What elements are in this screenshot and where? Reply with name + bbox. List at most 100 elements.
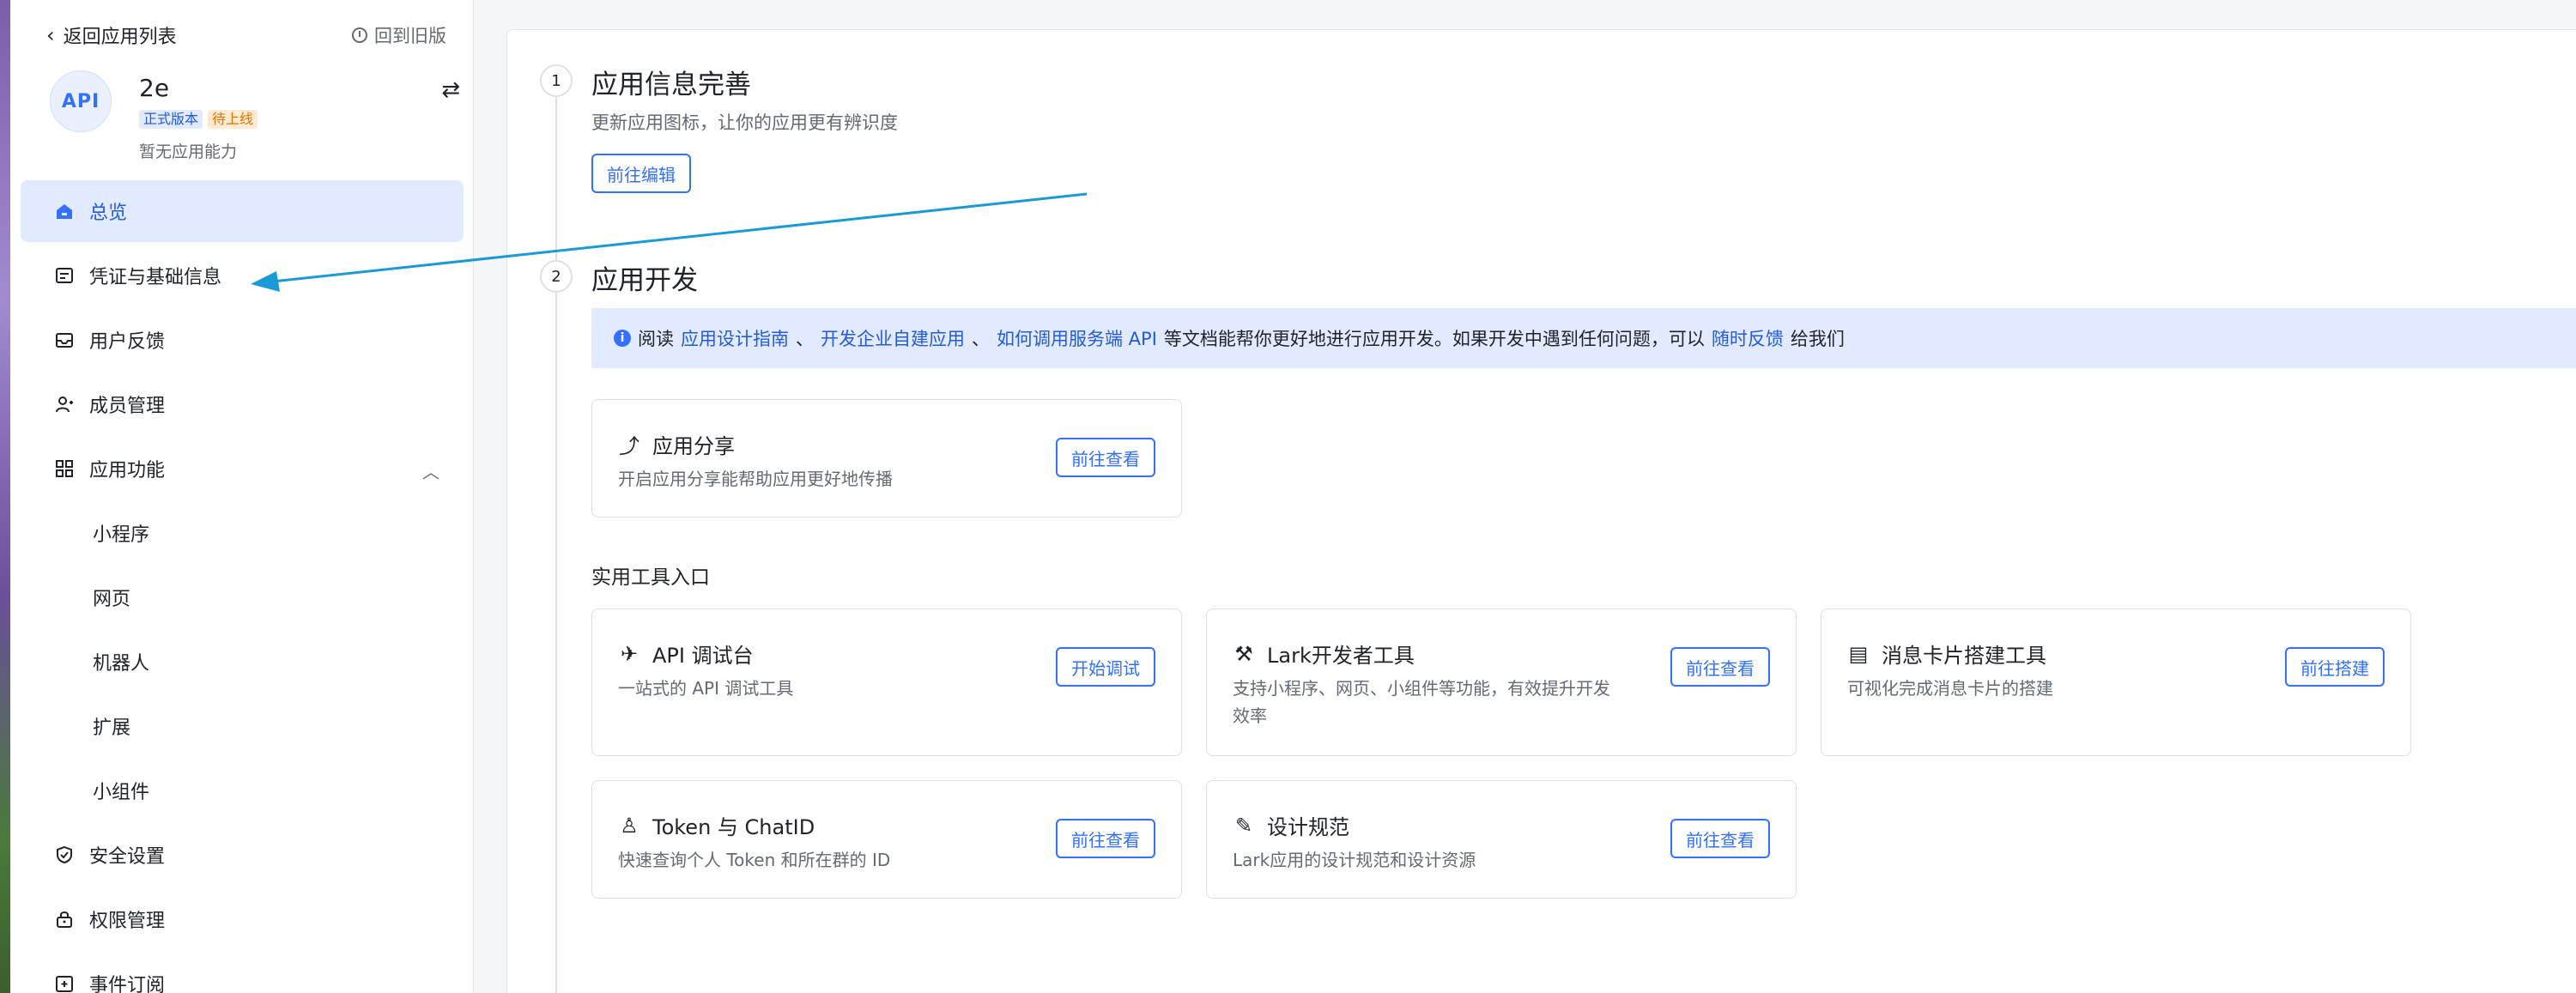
nav-item-security[interactable]: 安全设置 bbox=[21, 824, 464, 886]
go-edit-button[interactable]: 前往编辑 bbox=[591, 154, 691, 193]
card-title: ⚒ Lark开发者工具 bbox=[1233, 639, 1415, 669]
nav-item-app-features[interactable]: 应用功能 ︿ bbox=[21, 438, 464, 500]
credential-icon bbox=[55, 266, 74, 285]
switch-app-icon[interactable]: ⇄ bbox=[441, 77, 460, 103]
card-description: 一站式的 API 调试工具 bbox=[618, 678, 794, 699]
nav-item-credentials[interactable]: 凭证与基础信息 bbox=[21, 245, 464, 306]
pending-badge: 待上线 bbox=[208, 110, 258, 129]
card-description: 支持小程序、网页、小组件等功能，有效提升开发 效率 bbox=[1233, 675, 1645, 730]
card-title: ✈ API 调试台 bbox=[618, 639, 754, 669]
card-title: ⤴ 应用分享 bbox=[618, 429, 735, 459]
app-avatar: API bbox=[50, 70, 112, 132]
card-title-text: 应用分享 bbox=[652, 434, 735, 458]
info-text: 阅读 bbox=[638, 329, 674, 349]
apps-grid-icon bbox=[55, 459, 74, 478]
card-title: ▤ 消息卡片搭建工具 bbox=[1847, 639, 2046, 669]
card-description: 可视化完成消息卡片的搭建 bbox=[1847, 678, 2053, 699]
sidebar: ‹ 返回应用列表 回到旧版 API 2e ⇄ 正式版本 待上线 暂无应用能力 总… bbox=[10, 0, 474, 993]
nav-item-user-feedback[interactable]: 用户反馈 bbox=[21, 309, 464, 371]
nav-item-widget[interactable]: 小组件 bbox=[21, 760, 464, 821]
share-icon: ⤴ bbox=[619, 434, 639, 458]
token-chatid-card: ♙ Token 与 ChatID 快速查询个人 Token 和所在群的 ID 前… bbox=[591, 780, 1182, 899]
wrench-icon: ⚒ bbox=[1234, 641, 1253, 666]
info-text: 给我们 bbox=[1790, 329, 1845, 349]
nav-item-extension[interactable]: 扩展 bbox=[21, 695, 464, 757]
start-debug-button[interactable]: 开始调试 bbox=[1056, 647, 1155, 687]
card-title-text: Token 与 ChatID bbox=[652, 815, 815, 839]
main-content: 1 应用信息完善 更新应用图标，让你的应用更有辨识度 前往编辑 2 应用开发 i… bbox=[506, 29, 2576, 993]
lark-devtools-card: ⚒ Lark开发者工具 支持小程序、网页、小组件等功能，有效提升开发 效率 前往… bbox=[1206, 609, 1797, 756]
rocket-icon: ✈ bbox=[620, 641, 639, 666]
sidebar-nav: 总览 凭证与基础信息 用户反馈 成员管理 应用功能 ︿ 小程序 网页 机器人 扩… bbox=[21, 180, 464, 993]
nav-item-label: 凭证与基础信息 bbox=[89, 267, 222, 288]
card-title-text: Lark开发者工具 bbox=[1267, 644, 1415, 668]
nav-item-label: 机器人 bbox=[93, 653, 150, 675]
nav-item-label: 网页 bbox=[93, 589, 131, 610]
nav-item-label: 安全设置 bbox=[89, 846, 166, 868]
back-label: 返回应用列表 bbox=[63, 27, 177, 48]
home-icon bbox=[55, 202, 74, 221]
nav-item-label: 应用功能 bbox=[89, 460, 166, 481]
card-title-text: 消息卡片搭建工具 bbox=[1882, 644, 2046, 668]
view-share-button[interactable]: 前往查看 bbox=[1056, 438, 1155, 477]
app-share-card: ⤴ 应用分享 开启应用分享能帮助应用更好地传播 前往查看 bbox=[591, 399, 1182, 518]
go-build-button[interactable]: 前往搭建 bbox=[2285, 647, 2385, 687]
message-card-icon: ▤ bbox=[1848, 641, 1869, 666]
chevron-left-icon: ‹ bbox=[46, 23, 55, 47]
nav-item-permissions[interactable]: 权限管理 bbox=[21, 888, 464, 950]
card-description-line: 效率 bbox=[1233, 705, 1267, 726]
sidebar-header: ‹ 返回应用列表 回到旧版 bbox=[10, 0, 474, 69]
custom-app-dev-link[interactable]: 开发企业自建应用 bbox=[821, 325, 965, 351]
card-title: ♙ Token 与 ChatID bbox=[618, 810, 815, 840]
info-separator: 、 bbox=[796, 329, 814, 349]
message-card-builder-card: ▤ 消息卡片搭建工具 可视化完成消息卡片的搭建 前往搭建 bbox=[1821, 609, 2411, 756]
nav-item-label: 成员管理 bbox=[89, 396, 166, 417]
back-to-app-list-link[interactable]: ‹ 返回应用列表 bbox=[46, 22, 177, 48]
step-subtitle: 更新应用图标，让你的应用更有辨识度 bbox=[591, 112, 898, 133]
nav-item-label: 小组件 bbox=[93, 782, 150, 803]
info-text: 等文档能帮你更好地进行应用开发。如果开发中遇到任何问题，可以 bbox=[1163, 329, 1705, 349]
palette-icon: ✎ bbox=[1234, 813, 1253, 838]
feedback-link[interactable]: 随时反馈 bbox=[1712, 325, 1784, 351]
app-capability-text: 暂无应用能力 bbox=[139, 142, 238, 161]
design-spec-card: ✎ 设计规范 Lark应用的设计规范和设计资源 前往查看 bbox=[1206, 780, 1797, 899]
info-banner: i 阅读 应用设计指南 、 开发企业自建应用 、 如何调用服务端 API 等文档… bbox=[591, 308, 2576, 368]
nav-item-overview[interactable]: 总览 bbox=[21, 180, 464, 242]
view-devtools-button[interactable]: 前往查看 bbox=[1670, 647, 1770, 687]
view-design-spec-button[interactable]: 前往查看 bbox=[1670, 819, 1770, 858]
desktop-background bbox=[0, 0, 10, 993]
design-guide-link[interactable]: 应用设计指南 bbox=[681, 325, 789, 351]
nav-item-events[interactable]: 事件订阅 bbox=[21, 953, 464, 993]
shield-icon bbox=[55, 845, 74, 864]
card-description-line: 支持小程序、网页、小组件等功能，有效提升开发 bbox=[1233, 678, 1610, 699]
app-info: API 2e ⇄ 正式版本 待上线 暂无应用能力 bbox=[39, 70, 460, 165]
back-to-old-version-link[interactable]: 回到旧版 bbox=[352, 22, 446, 48]
server-api-link[interactable]: 如何调用服务端 API bbox=[997, 325, 1157, 351]
old-version-label: 回到旧版 bbox=[374, 26, 446, 46]
chevron-up-icon: ︿ bbox=[422, 462, 439, 482]
nav-item-label: 小程序 bbox=[93, 524, 150, 546]
card-description: 开启应用分享能帮助应用更好地传播 bbox=[618, 469, 893, 489]
nav-item-web[interactable]: 网页 bbox=[21, 566, 464, 628]
history-icon bbox=[352, 27, 367, 43]
api-debugger-card: ✈ API 调试台 一站式的 API 调试工具 开始调试 bbox=[591, 609, 1182, 756]
nav-item-label: 用户反馈 bbox=[89, 331, 166, 353]
event-icon bbox=[55, 974, 74, 993]
step-title: 应用开发 bbox=[591, 265, 698, 296]
card-title-text: API 调试台 bbox=[652, 644, 754, 668]
nav-item-bot[interactable]: 机器人 bbox=[21, 631, 464, 693]
app-badges: 正式版本 待上线 bbox=[139, 110, 258, 129]
step-number: 2 bbox=[540, 260, 573, 293]
user-add-icon bbox=[55, 395, 74, 414]
view-token-button[interactable]: 前往查看 bbox=[1056, 819, 1155, 858]
app-name: 2e bbox=[139, 74, 170, 102]
nav-item-label: 事件订阅 bbox=[89, 975, 166, 993]
nav-item-members[interactable]: 成员管理 bbox=[21, 373, 464, 435]
timeline-line bbox=[555, 92, 557, 993]
nav-item-label: 权限管理 bbox=[89, 911, 166, 932]
inbox-icon bbox=[55, 330, 74, 349]
release-badge: 正式版本 bbox=[139, 110, 203, 129]
step-number: 1 bbox=[540, 64, 573, 97]
tools-section-label: 实用工具入口 bbox=[591, 566, 710, 589]
nav-item-mini-program[interactable]: 小程序 bbox=[21, 502, 464, 564]
